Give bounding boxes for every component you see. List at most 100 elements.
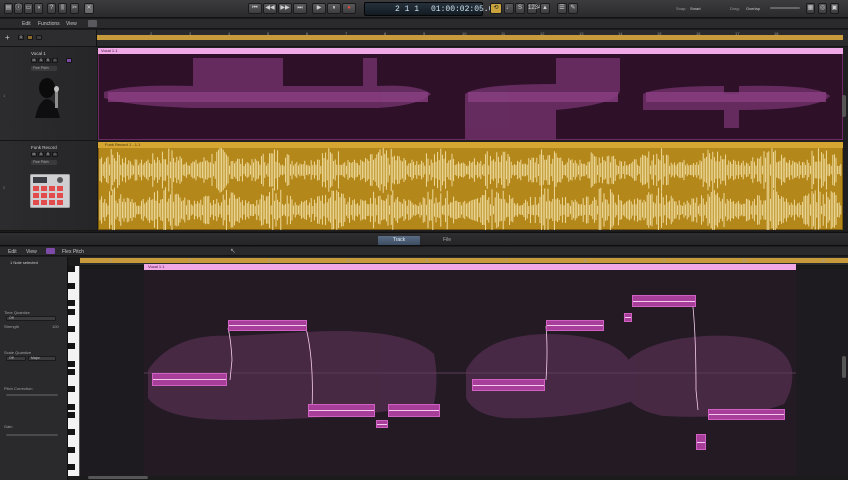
solo-button[interactable]: S (38, 152, 44, 157)
toolbar-button[interactable]: ▭ (24, 3, 33, 14)
piano-black-key[interactable] (68, 412, 75, 419)
mute-button[interactable]: M (31, 58, 37, 63)
flex-mode-label[interactable]: Flex Pitch (62, 249, 84, 255)
flex-toggle-button[interactable] (46, 248, 55, 254)
media-browser-button[interactable]: ▦ (806, 3, 815, 14)
add-track-icon[interactable]: + (5, 33, 10, 42)
piano-black-key[interactable] (68, 463, 75, 470)
piano-black-key[interactable] (68, 266, 75, 272)
loop-browser-button[interactable]: ◎ (818, 3, 827, 14)
scale-select[interactable]: Major (28, 356, 56, 361)
piano-black-key[interactable] (68, 369, 75, 376)
pitch-note[interactable] (624, 313, 632, 322)
editor-menu-view[interactable]: View (26, 249, 37, 255)
editor-menu-edit[interactable]: Edit (8, 249, 17, 255)
fast-forward-button[interactable]: ▶▶ (278, 3, 292, 14)
funk-waveform (99, 148, 842, 230)
pitch-note[interactable] (388, 404, 440, 417)
snap-value[interactable]: Smart (690, 6, 701, 11)
flex-button[interactable] (66, 58, 72, 63)
rewind-button[interactable]: ◀◀ (263, 3, 277, 14)
flex-mode-select[interactable]: Fine Pitch (31, 66, 57, 71)
record-enable-button[interactable]: R (45, 152, 51, 157)
solo-button[interactable]: S (38, 58, 44, 63)
pause-button[interactable]: ⏸ (327, 3, 341, 14)
piano-black-key[interactable] (68, 300, 75, 307)
piano-black-key[interactable] (68, 343, 75, 350)
metronome-button[interactable]: ▲ (540, 3, 550, 14)
strength-value[interactable]: 100 (52, 324, 59, 329)
menu-functions[interactable]: Functions (38, 21, 60, 27)
pitch-note[interactable] (472, 379, 545, 391)
solo-button[interactable]: S (515, 3, 525, 14)
pitch-note[interactable] (696, 434, 706, 450)
lcd-display[interactable]: 2 1 1 01:00:02:05.04 (364, 2, 498, 16)
editor-divider[interactable] (0, 232, 848, 246)
editor-horizontal-scrollbar[interactable] (88, 476, 148, 479)
piano-black-key[interactable] (68, 309, 75, 315)
pitch-note[interactable] (376, 420, 388, 428)
zoom-slider[interactable] (770, 7, 800, 9)
piano-black-key[interactable] (68, 403, 75, 410)
mute-button[interactable]: M (31, 152, 37, 157)
menu-edit[interactable]: Edit (22, 21, 31, 27)
track-header-list-button[interactable] (36, 35, 42, 40)
browser-button[interactable]: ▣ (830, 3, 839, 14)
pitch-note[interactable] (308, 404, 375, 417)
editor-vertical-scrollbar[interactable] (842, 356, 846, 378)
flex-mode-select[interactable]: Fine Pitch (31, 160, 57, 165)
note-pitch-curve (389, 410, 439, 412)
scale-quantize-select[interactable]: Off (6, 356, 26, 361)
play-button[interactable]: ▶ (312, 3, 326, 14)
piano-black-key[interactable] (68, 386, 75, 393)
record-button[interactable]: ● (342, 3, 356, 14)
piano-black-key[interactable] (68, 283, 75, 290)
track-header-vocal[interactable]: Vocal 1 M S R I Fine Pitch 1 (0, 47, 97, 141)
pointer-tool-button[interactable] (88, 20, 97, 27)
editor-ruler-label: 11 (821, 258, 826, 263)
tab-file[interactable]: File (430, 236, 464, 245)
smart-controls-button[interactable]: ◑ (34, 3, 43, 14)
editors-button[interactable]: ✂ (70, 3, 79, 14)
help-button[interactable]: ? (47, 3, 56, 14)
cycle-button[interactable]: ⟲ (490, 3, 502, 14)
track-name[interactable]: Funk Record (31, 145, 57, 150)
scissors-tool-button[interactable]: ✕ (84, 3, 94, 14)
gain-slider[interactable] (6, 434, 58, 436)
input-monitor-button[interactable]: I (52, 58, 58, 63)
drag-value[interactable]: Overlap (746, 6, 760, 11)
time-quantize-select[interactable]: Off (6, 316, 56, 321)
piano-black-key[interactable] (68, 326, 75, 333)
input-monitor-button[interactable]: I (52, 152, 58, 157)
piano-black-key[interactable] (68, 429, 75, 436)
track-header-loop-button[interactable] (27, 35, 33, 40)
go-to-end-button[interactable]: ⏭ (293, 3, 307, 14)
pitch-note[interactable] (546, 320, 604, 331)
track-name[interactable]: Vocal 1 (31, 51, 46, 56)
piano-keyboard[interactable] (68, 266, 80, 476)
mixer-button[interactable]: ⫼ (58, 3, 67, 14)
arrange-vertical-scrollbar[interactable] (842, 95, 846, 117)
cycle-region[interactable] (97, 35, 843, 40)
tab-track[interactable]: Track (378, 236, 420, 245)
editor-cycle-region[interactable] (80, 258, 848, 263)
piano-black-key[interactable] (68, 446, 75, 453)
notepad-button[interactable]: ✎ (568, 3, 578, 14)
track-header-s-button[interactable]: S (18, 35, 24, 40)
piano-black-key[interactable] (68, 360, 75, 367)
tuner-button[interactable]: ♩ (504, 3, 514, 14)
library-button[interactable]: ▤ (4, 3, 13, 14)
note-pitch-curve (547, 325, 603, 327)
pitch-correction-slider[interactable] (6, 394, 58, 396)
menu-view[interactable]: View (66, 21, 77, 27)
track-header-funk[interactable]: Funk Record M S R I Fine Pitch 2 (0, 141, 97, 231)
rewind-to-start-button[interactable]: ⏮ (248, 3, 262, 14)
pitch-note[interactable] (228, 320, 307, 331)
record-enable-button[interactable]: R (45, 58, 51, 63)
list-editors-button[interactable]: ☰ (557, 3, 567, 14)
count-in-button[interactable]: 1234 (527, 3, 541, 14)
pitch-note[interactable] (708, 409, 785, 420)
pitch-note[interactable] (632, 295, 696, 307)
pitch-note[interactable] (152, 373, 227, 386)
inspector-button[interactable]: ⓘ (14, 3, 23, 14)
